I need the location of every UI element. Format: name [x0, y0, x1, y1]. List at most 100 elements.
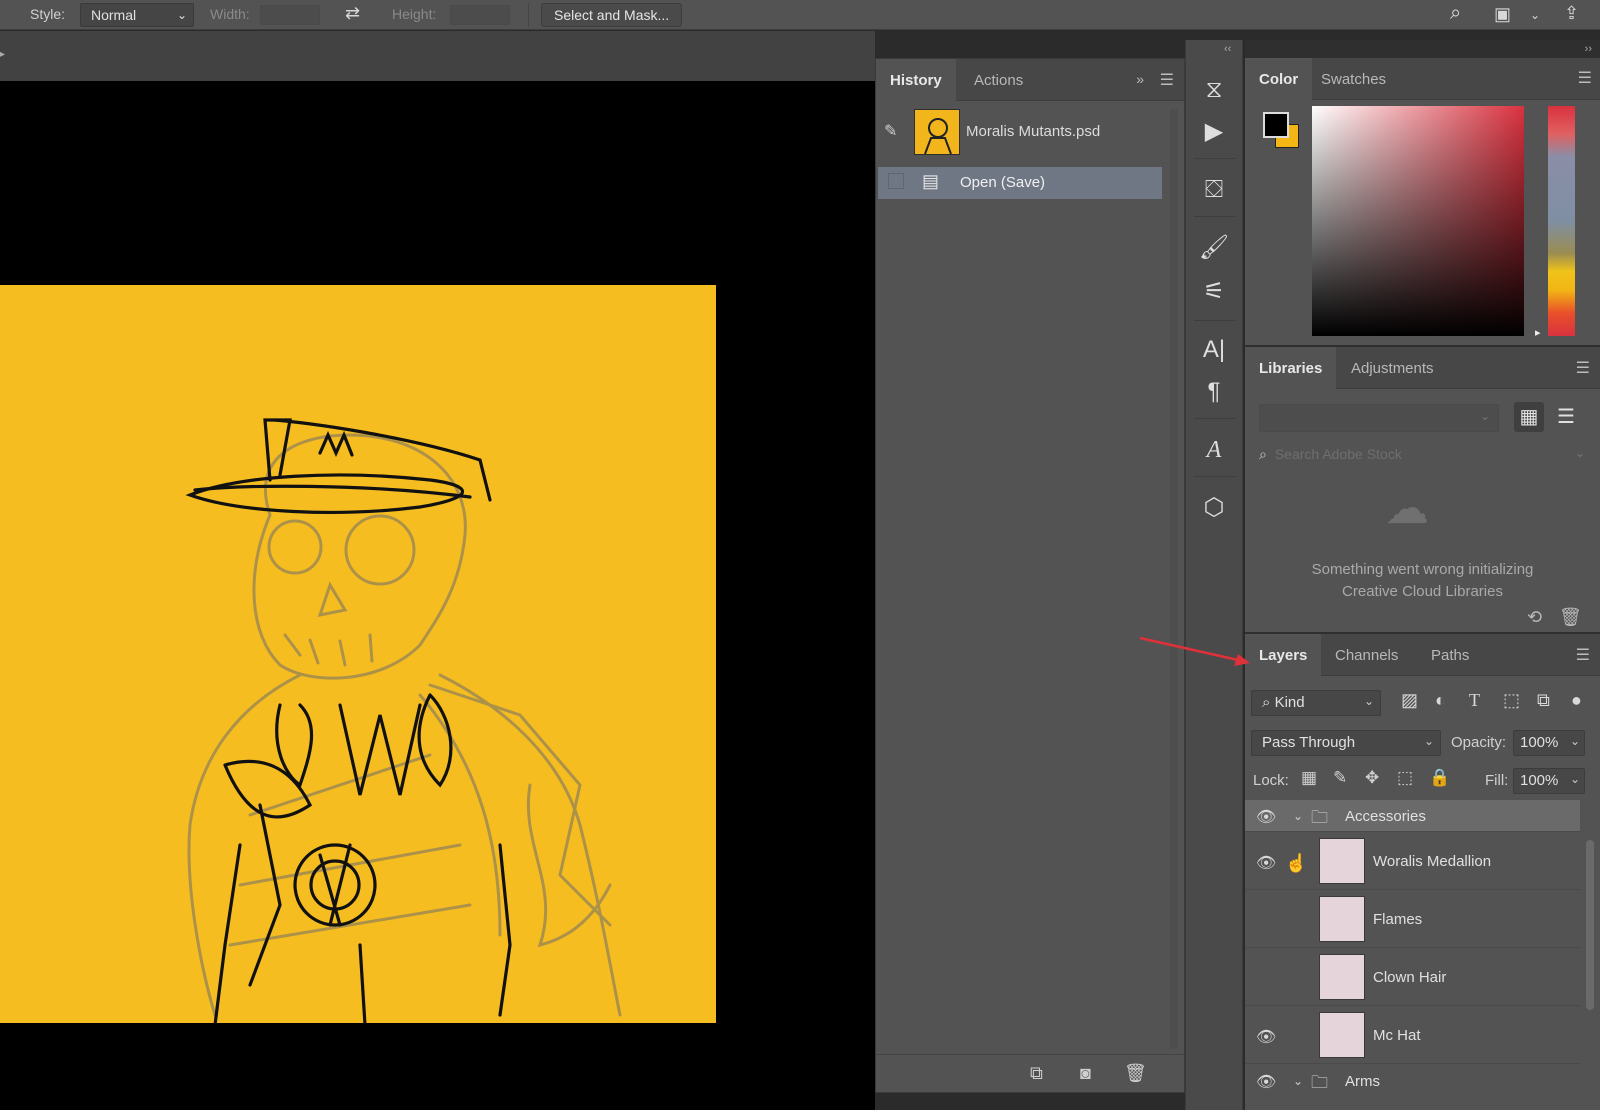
tab-color[interactable]: Color: [1245, 58, 1313, 100]
adjustment-filter-icon[interactable]: ◐: [1435, 690, 1446, 711]
play-icon[interactable]: ▶: [1194, 112, 1234, 152]
eye-icon[interactable]: 👁: [1256, 1072, 1276, 1092]
layer-group-accessories[interactable]: 👁 ⌄ 🗀 Accessories: [1245, 800, 1580, 832]
workspace-icon[interactable]: ▣: [1494, 4, 1511, 25]
tab-adjustments[interactable]: Adjustments: [1337, 347, 1448, 389]
layer-flames[interactable]: · Flames: [1245, 891, 1580, 948]
opacity-field[interactable]: 100% ⌄: [1513, 730, 1585, 756]
document-canvas[interactable]: [0, 81, 875, 1110]
skeleton-thumbnail-icon: [924, 118, 952, 155]
layer-filter-kind[interactable]: ⌕ Kind ⌄: [1251, 690, 1381, 716]
hue-slider-handle[interactable]: ▸: [1535, 326, 1541, 339]
panel-menu-icon[interactable]: ☰: [1578, 68, 1592, 88]
layer-name: Flames: [1373, 911, 1423, 928]
filter-toggle-icon[interactable]: ●: [1571, 690, 1582, 711]
foreground-color-swatch[interactable]: [1263, 112, 1289, 138]
chevron-down-icon[interactable]: ⌄: [1530, 8, 1540, 22]
lock-all-icon[interactable]: 🔒: [1429, 768, 1450, 788]
divider: [1194, 418, 1236, 419]
eye-icon[interactable]: 👁: [1256, 853, 1276, 873]
list-view-icon[interactable]: ☰: [1551, 402, 1581, 432]
cloud-sync-icon[interactable]: ⟲: [1527, 607, 1542, 628]
glyphs-icon[interactable]: A: [1194, 430, 1234, 470]
paragraph-icon[interactable]: ¶: [1194, 372, 1234, 412]
camera-icon[interactable]: ◙: [1080, 1063, 1091, 1084]
history-step-row[interactable]: ▤ Open (Save): [878, 167, 1162, 199]
trash-icon[interactable]: 🗑: [1559, 607, 1582, 628]
options-bar: Style: Normal ⌄ Width: ⇄ Height: Select …: [0, 0, 1600, 30]
height-field[interactable]: [450, 5, 510, 25]
layer-name: Accessories: [1345, 808, 1426, 825]
blend-mode-select[interactable]: Pass Through ⌄: [1251, 730, 1441, 756]
tab-scroll-icon[interactable]: ▸: [0, 49, 5, 60]
panel-menu-icon[interactable]: ☰: [1576, 645, 1590, 665]
collapse-right-icon[interactable]: ››: [1585, 43, 1592, 55]
3d-cube-icon[interactable]: ⬡: [1194, 488, 1234, 528]
eye-icon[interactable]: 👁: [1256, 1027, 1276, 1047]
panel-menu-icon[interactable]: ☰: [1576, 358, 1590, 378]
3d-object-icon[interactable]: ⛋: [1194, 170, 1234, 210]
character-icon[interactable]: A|: [1194, 330, 1234, 370]
lock-position-icon[interactable]: ✥: [1365, 768, 1379, 788]
stock-search-input[interactable]: ⌕ Search Adobe Stock ⌄: [1259, 440, 1589, 470]
smart-object-filter-icon[interactable]: ⧉: [1537, 690, 1550, 711]
chevron-down-icon[interactable]: ⌄: [1570, 734, 1580, 748]
tab-paths[interactable]: Paths: [1417, 634, 1483, 676]
brush-settings-icon[interactable]: 🖌: [1194, 228, 1234, 268]
tab-swatches[interactable]: Swatches: [1307, 58, 1400, 100]
step-checkbox[interactable]: [888, 173, 904, 189]
color-picker-field[interactable]: [1312, 106, 1524, 336]
history-scrollbar[interactable]: [1170, 109, 1178, 1049]
search-icon[interactable]: ⌕: [1450, 2, 1461, 25]
folder-icon: 🗀: [1311, 808, 1328, 827]
history-snapshot-row[interactable]: ✎ Moralis Mutants.psd: [876, 103, 1166, 159]
tab-actions[interactable]: Actions: [960, 59, 1037, 101]
tab-history[interactable]: History: [876, 59, 956, 101]
lock-artboard-icon[interactable]: ⬚: [1397, 768, 1413, 788]
lock-pixels-icon[interactable]: ✎: [1333, 768, 1347, 788]
eye-hidden-icon[interactable]: ·: [1256, 911, 1261, 929]
layer-group-arms[interactable]: 👁 ⌄ 🗀 Arms: [1245, 1065, 1580, 1097]
eye-icon[interactable]: 👁: [1256, 807, 1276, 827]
divider: [1194, 158, 1236, 159]
trash-icon[interactable]: 🗑: [1124, 1063, 1147, 1084]
artboard[interactable]: [0, 285, 716, 1023]
lock-transparency-icon[interactable]: ▦: [1301, 768, 1317, 788]
new-document-from-state-icon[interactable]: ⧉: [1030, 1063, 1043, 1084]
shape-filter-icon[interactable]: ⬚: [1503, 690, 1520, 711]
layers-scrollbar[interactable]: [1586, 840, 1594, 1010]
layer-clown-hair[interactable]: · Clown Hair: [1245, 949, 1580, 1006]
history-panel-icon[interactable]: ⧖: [1194, 70, 1234, 110]
chevron-down-icon[interactable]: ⌄: [1293, 1074, 1303, 1088]
eye-hidden-icon[interactable]: ·: [1256, 969, 1261, 987]
chevron-down-icon[interactable]: ⌄: [1575, 446, 1585, 460]
width-field[interactable]: [260, 5, 320, 25]
panel-menu-icon[interactable]: ☰: [1160, 70, 1174, 90]
pixel-filter-icon[interactable]: ▨: [1401, 690, 1418, 711]
divider: [1194, 216, 1236, 217]
tab-libraries[interactable]: Libraries: [1245, 347, 1337, 389]
grid-view-icon[interactable]: ▦: [1514, 402, 1544, 432]
hue-slider[interactable]: [1548, 106, 1575, 336]
layer-name: Woralis Medallion: [1373, 853, 1492, 870]
library-dropdown[interactable]: ⌄: [1259, 404, 1499, 432]
share-icon[interactable]: ⇪: [1564, 3, 1579, 24]
chevron-down-icon[interactable]: ⌄: [1570, 772, 1580, 786]
library-error-message: Something went wrong initializing Creati…: [1245, 559, 1600, 603]
select-and-mask-button[interactable]: Select and Mask...: [541, 3, 683, 27]
tab-channels[interactable]: Channels: [1321, 634, 1412, 676]
layer-woralis-medallion[interactable]: 👁 ☝ Woralis Medallion: [1245, 833, 1580, 890]
swap-arrows-icon[interactable]: ⇄: [345, 3, 360, 24]
fill-value: 100%: [1520, 772, 1559, 789]
collapse-left-icon[interactable]: ‹‹: [1224, 43, 1231, 55]
style-label: Style:: [30, 6, 66, 22]
layer-mc-hat[interactable]: 👁 Mc Hat: [1245, 1007, 1580, 1064]
double-chevron-right-icon[interactable]: »: [1136, 71, 1144, 87]
chevron-down-icon[interactable]: ⌄: [1293, 809, 1303, 823]
search-icon: ⌕: [1262, 694, 1271, 711]
style-select[interactable]: Normal ⌄: [80, 3, 194, 27]
type-filter-icon[interactable]: T: [1469, 690, 1480, 711]
history-brush-icon[interactable]: ✎: [884, 121, 897, 141]
fill-field[interactable]: 100% ⌄: [1513, 768, 1585, 794]
adjustments-sliders-icon[interactable]: ⚟: [1194, 272, 1234, 312]
